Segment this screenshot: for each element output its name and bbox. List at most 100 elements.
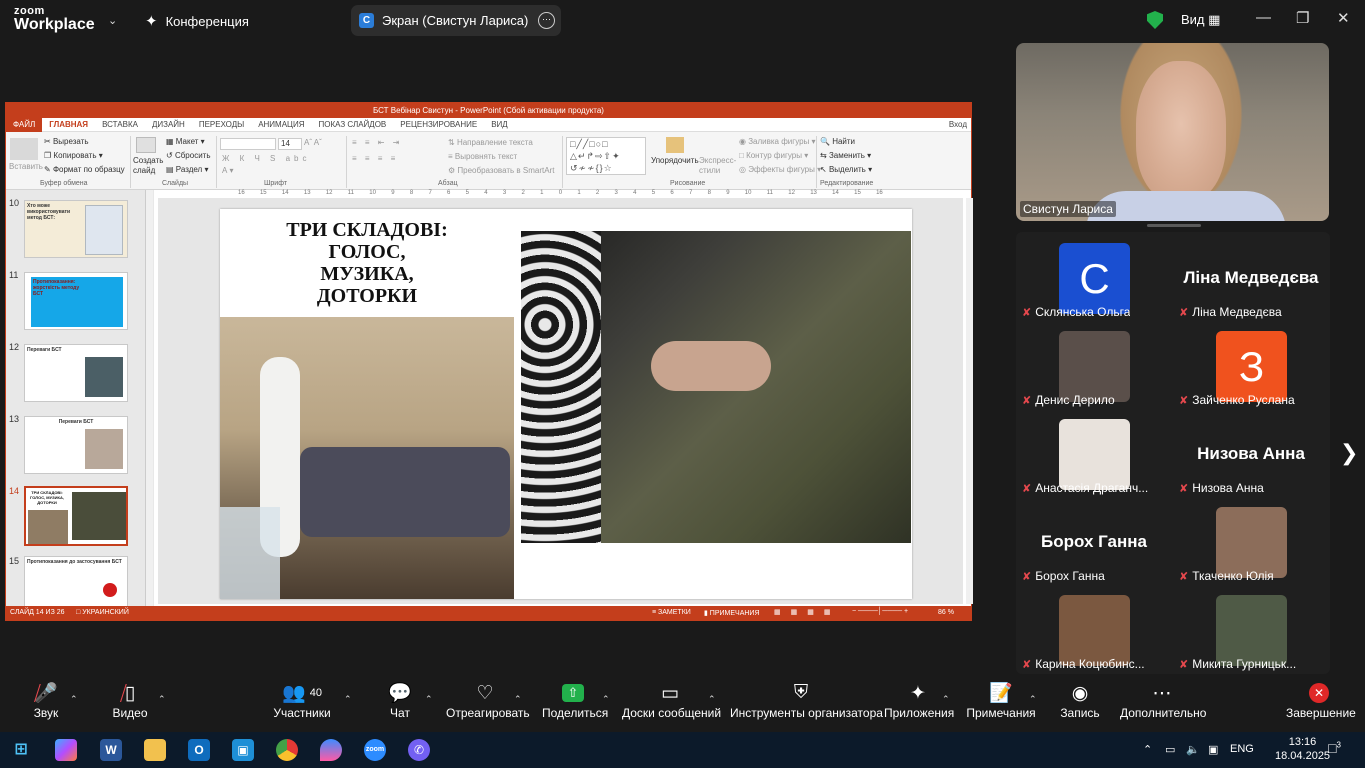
paste-icon[interactable] — [10, 138, 38, 160]
slide-thumbnail[interactable]: Хто може використовувати метод БСТ: — [24, 200, 128, 258]
notes-button[interactable]: ≡ ЗАМЕТКИ — [652, 609, 691, 616]
network-icon[interactable]: ▣ — [1208, 743, 1218, 756]
record-button[interactable]: ◉ Запись — [1058, 680, 1102, 721]
align-text-button[interactable]: ≡ Выровнять текст — [448, 152, 517, 161]
reset-button[interactable]: ↺ Сбросить — [166, 151, 211, 160]
close-icon[interactable]: ✕ — [1337, 9, 1350, 27]
font-grow-icon[interactable]: Aˆ Aˇ — [304, 138, 322, 147]
system-clock[interactable]: 13:16 18.04.2025 — [1275, 735, 1330, 763]
slide-thumbnail-pane[interactable]: 10 Хто може використовувати метод БСТ: 1… — [6, 190, 154, 610]
current-slide[interactable]: ТРИ СКЛАДОВІ: ГОЛОС, МУЗИКА, ДОТОРКИ — [220, 209, 912, 599]
outlook-icon[interactable]: O — [188, 739, 210, 761]
participant-tile[interactable]: ✘ Денис Дерило — [1016, 322, 1172, 410]
zoom-workplace-logo[interactable]: zoom Workplace — [14, 6, 95, 33]
slide-thumbnail[interactable]: Переваги БСТ — [24, 416, 128, 474]
paste-button[interactable]: Вставить — [9, 162, 43, 171]
share-caret-icon[interactable]: ⌃ — [602, 694, 610, 705]
participants-button[interactable]: 👥 40 Участники — [272, 680, 332, 720]
participant-tile[interactable]: З ✘ Зайченко Руслана — [1173, 322, 1329, 410]
slide-thumbnail[interactable]: Протипоказання: жорсткість методу БСТ — [24, 272, 128, 330]
participant-tile[interactable]: Ліна Медведєва ✘ Ліна Медведєва — [1173, 234, 1329, 322]
tray-chevron-icon[interactable]: ⌃ — [1143, 743, 1152, 756]
shape-outline-button[interactable]: □ Контур фигуры ▾ — [739, 151, 808, 160]
quick-styles-button[interactable]: Экспресс-стили — [699, 156, 736, 176]
view-buttons[interactable]: ▦▦▦▦ — [774, 608, 840, 616]
participant-tile[interactable]: Низова Анна ✘ Низова Анна — [1173, 410, 1329, 498]
photos-icon[interactable]: ▣ — [232, 739, 254, 761]
chevron-down-icon[interactable]: ⌄ — [108, 14, 117, 27]
replace-button[interactable]: ⇆ Заменить ▾ — [820, 151, 871, 160]
chat-button[interactable]: 💬 Чат — [380, 680, 420, 720]
tab-transitions[interactable]: ПЕРЕХОДЫ — [192, 120, 251, 129]
battery-icon[interactable]: ▭ — [1165, 743, 1175, 756]
copy-button[interactable]: ❐ Копировать ▾ — [44, 151, 103, 160]
input-language[interactable]: ENG — [1230, 743, 1254, 755]
format-painter-button[interactable]: ✎ Формат по образцу — [44, 165, 125, 174]
participant-tile[interactable]: ✘ Карина Коцюбинс... — [1016, 586, 1172, 674]
restore-icon[interactable]: ❐ — [1296, 9, 1309, 27]
list-buttons[interactable]: ≡ ≡ ⇤ ⇥ — [352, 138, 402, 147]
participant-tile[interactable]: C ✘ Склянська Ольга — [1016, 234, 1172, 322]
gallery-resize-handle[interactable] — [1147, 224, 1201, 227]
tab-design[interactable]: ДИЗАЙН — [145, 120, 192, 129]
browser-drop-icon[interactable] — [320, 739, 342, 761]
react-button[interactable]: ♡ Отреагировать — [446, 680, 530, 721]
participants-caret-icon[interactable]: ⌃ — [344, 694, 352, 705]
slide-editing-canvas[interactable]: ТРИ СКЛАДОВІ: ГОЛОС, МУЗИКА, ДОТОРКИ — [158, 198, 963, 604]
participant-tile[interactable]: ✘ Анастасія Драганч... — [1016, 410, 1172, 498]
arrange-icon[interactable] — [666, 137, 684, 153]
tab-file[interactable]: ФАЙЛ — [6, 117, 43, 132]
smartart-button[interactable]: ⚙ Преобразовать в SmartArt — [448, 166, 554, 175]
active-speaker-video[interactable]: Свистун Лариса — [1016, 43, 1329, 221]
participant-tile[interactable]: ✘ Ткаченко Юлія — [1173, 498, 1329, 586]
windows-start-icon[interactable]: ⊞ — [10, 739, 32, 761]
cut-button[interactable]: ✂ Вырезать — [44, 137, 89, 146]
new-slide-button[interactable]: Создать слайд — [133, 156, 163, 176]
share-button[interactable]: ⇧ Поделиться — [542, 680, 608, 720]
slide-title[interactable]: ТРИ СКЛАДОВІ: ГОЛОС, МУЗИКА, ДОТОРКИ — [220, 219, 514, 307]
therapy-session-photo[interactable] — [220, 317, 514, 599]
react-caret-icon[interactable]: ⌃ — [514, 694, 522, 705]
more-options-icon[interactable]: ··· — [538, 12, 555, 29]
volume-icon[interactable]: 🔈 — [1186, 743, 1200, 756]
slide-thumbnail[interactable]: Переваги БСТ — [24, 344, 128, 402]
canvas-scrollbar[interactable] — [966, 198, 973, 604]
zoom-slider[interactable]: − ────│──── + — [852, 608, 908, 615]
meeting-menu[interactable]: ✦ Конференция — [145, 12, 249, 30]
notifications-icon[interactable]: □3 — [1328, 740, 1341, 756]
arrange-button[interactable]: Упорядочить — [651, 156, 699, 165]
tab-insert[interactable]: ВСТАВКА — [95, 120, 145, 129]
tab-slideshow[interactable]: ПОКАЗ СЛАЙДОВ — [312, 120, 394, 129]
audio-button[interactable]: 🎤 ⧸ Звук — [26, 680, 66, 720]
host-tools-button[interactable]: ⛨ Инструменты организатора — [730, 680, 883, 720]
screen-share-indicator[interactable]: C Экран (Свистун Лариса) ··· — [351, 5, 561, 36]
shape-fill-button[interactable]: ◉ Заливка фигуры ▾ — [739, 137, 816, 146]
font-color-button[interactable]: А ▾ — [222, 166, 234, 175]
word-icon[interactable]: W — [100, 739, 122, 761]
comments-button[interactable]: ▮ ПРИМЕЧАНИЯ — [704, 609, 760, 617]
new-slide-icon[interactable] — [136, 137, 156, 153]
whiteboards-caret-icon[interactable]: ⌃ — [708, 694, 716, 705]
shapes-gallery[interactable]: □╱╱□○□ △↵↱⇨⇧✦ ↺≁≁{}☆ — [566, 137, 646, 175]
text-direction-button[interactable]: ⇅ Направление текста — [448, 138, 533, 147]
align-buttons[interactable]: ≡ ≡ ≡ ≡ — [352, 154, 398, 163]
video-options-caret-icon[interactable]: ⌃ — [158, 694, 166, 705]
slide-thumbnail[interactable]: Протипоказання до застосування БСТ — [24, 556, 128, 610]
section-button[interactable]: ▤ Раздел ▾ — [166, 165, 208, 174]
chat-caret-icon[interactable]: ⌃ — [425, 694, 433, 705]
view-menu[interactable]: Вид ▦ — [1181, 12, 1220, 28]
support-hands-photo[interactable] — [521, 231, 911, 543]
select-button[interactable]: ↖ Выделить ▾ — [820, 165, 872, 174]
font-style-buttons[interactable]: Ж К Ч S abc — [222, 154, 311, 163]
tab-home[interactable]: ГЛАВНАЯ — [42, 120, 95, 129]
tab-view[interactable]: ВИД — [484, 120, 515, 129]
participant-tile[interactable]: ✘ Микита Гурницьк... — [1173, 586, 1329, 674]
minimize-icon[interactable]: — — [1256, 9, 1271, 26]
notes-button[interactable]: 📝 Примечания — [966, 680, 1036, 720]
signin-link[interactable]: Вход — [942, 120, 971, 129]
end-meeting-button[interactable]: ✕ Завершение — [1286, 680, 1356, 720]
zoom-level[interactable]: 86 % — [938, 609, 954, 616]
slide-thumbnail-selected[interactable]: ТРИ СКЛАДОВІ: ГОЛОС, МУЗИКА, ДОТОРКИ — [24, 486, 128, 546]
thumbnail-scrollbar[interactable] — [145, 190, 153, 610]
tab-review[interactable]: РЕЦЕНЗИРОВАНИЕ — [393, 120, 484, 129]
